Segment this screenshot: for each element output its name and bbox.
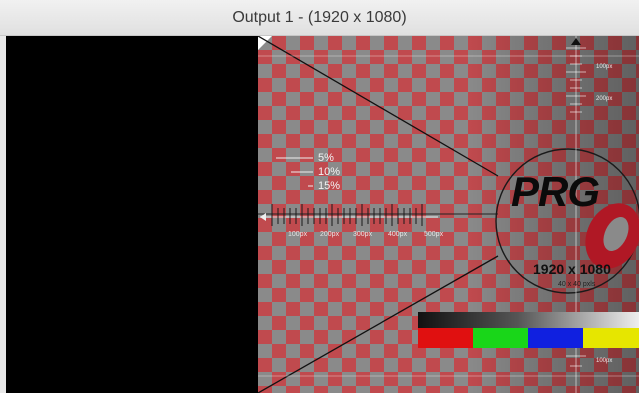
ruler-ticks <box>271 204 423 226</box>
resolution-label: 1920 x 1080 <box>533 261 611 277</box>
vertical-ruler-arrow <box>571 38 581 45</box>
yellow-bar <box>583 328 639 348</box>
green-bar <box>473 328 528 348</box>
side-label-bottom: 100px <box>596 358 613 364</box>
ruler-label-200: 200px <box>320 231 340 238</box>
percent-label-15: 15% <box>318 180 341 192</box>
ruler-label-300: 300px <box>353 231 373 238</box>
diagonal-line-top <box>258 36 499 177</box>
output-window: Output 1 - (1920 x 1080) 5% 10% 15% 100p… <box>0 0 639 393</box>
percent-label-10: 10% <box>318 166 341 178</box>
grayscale-bar <box>418 312 639 328</box>
output-canvas: 5% 10% 15% 100px 200px 300px 400px 500px… <box>6 36 639 393</box>
blue-bar <box>528 328 583 348</box>
pixel-size-label: 40 x 40 pxls <box>558 281 596 288</box>
ruler-label-400: 400px <box>388 231 408 238</box>
prg-logo: PRG <box>511 168 600 215</box>
ruler-label-500: 500px <box>424 231 444 238</box>
window-title: Output 1 - (1920 x 1080) <box>232 9 407 26</box>
side-label-top: 100px <box>596 64 613 70</box>
side-label-middle: 200px <box>596 96 613 102</box>
title-bar[interactable]: Output 1 - (1920 x 1080) <box>0 0 639 36</box>
ruler-label-100: 100px <box>288 231 308 238</box>
color-bars <box>418 312 639 348</box>
percent-label-5: 5% <box>318 152 334 164</box>
test-pattern-view: 5% 10% 15% 100px 200px 300px 400px 500px… <box>258 36 639 393</box>
red-bar <box>418 328 473 348</box>
